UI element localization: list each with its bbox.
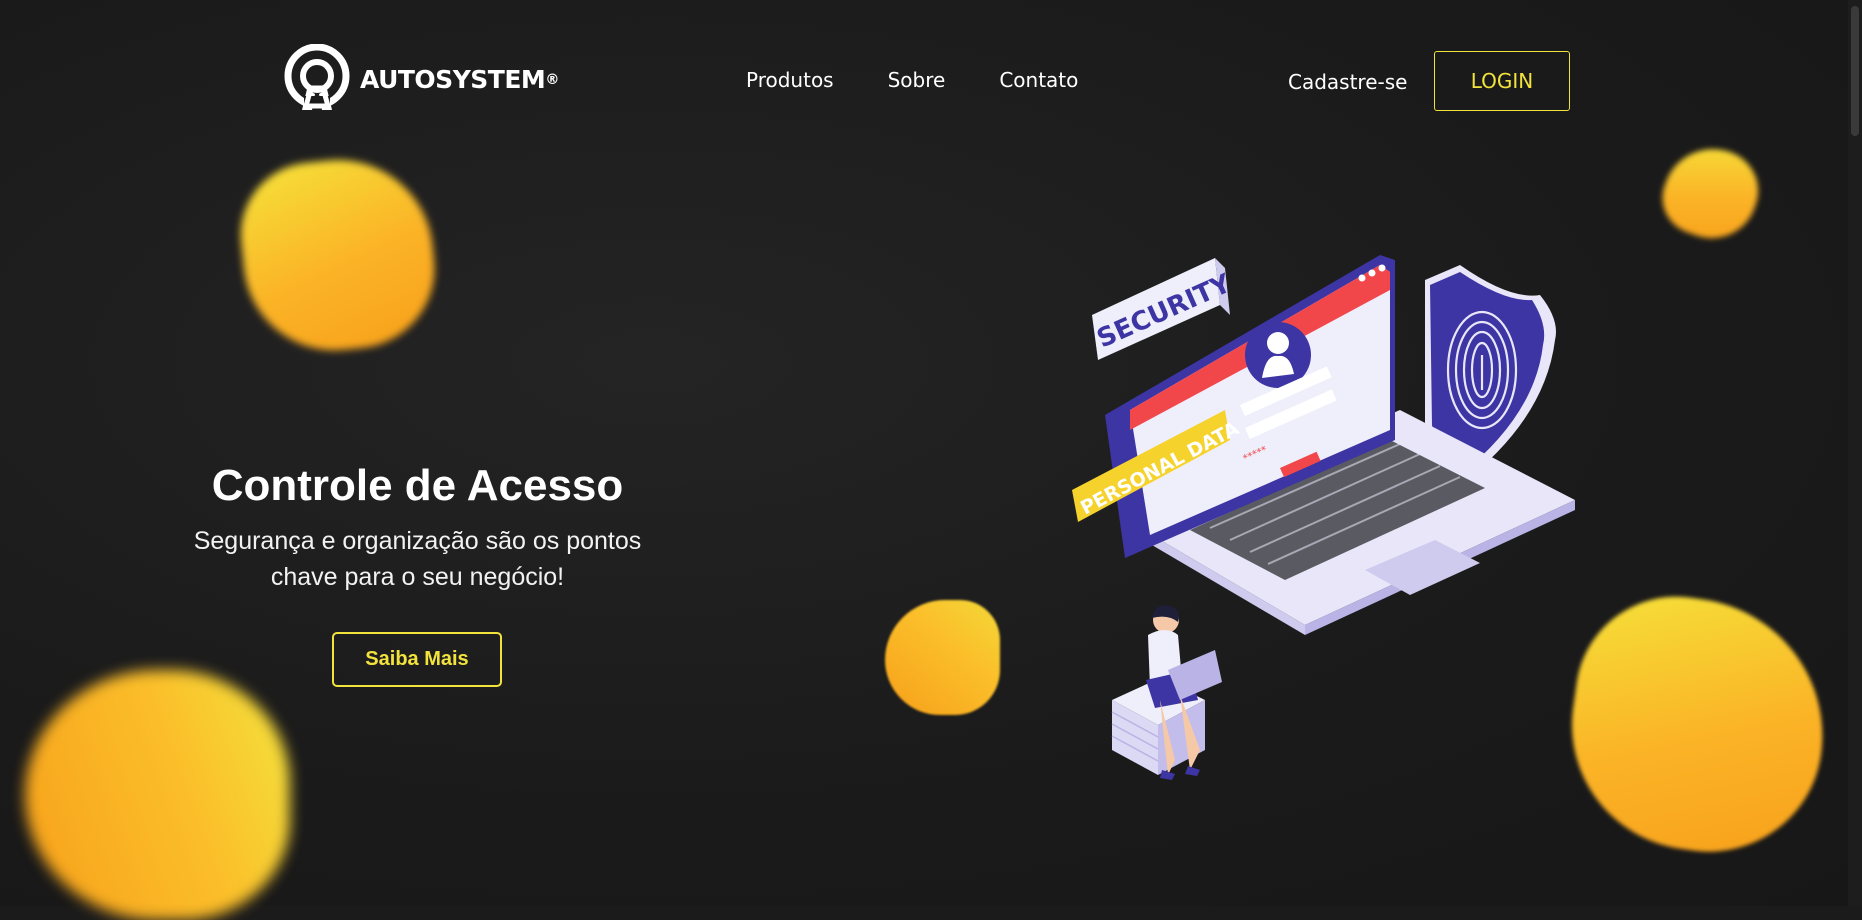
hero-title: Controle de Acesso <box>211 461 624 510</box>
nav-item-sobre[interactable]: Sobre <box>888 68 946 92</box>
hero-section: Controle de Acesso Segurança e organizaç… <box>160 455 675 595</box>
site-header: AUTOSYSTEM® Produtos Sobre Contato Cadas… <box>0 0 1862 170</box>
brand-logo[interactable]: AUTOSYSTEM® <box>282 44 559 114</box>
decorative-blob <box>25 670 290 920</box>
person-with-laptop <box>1111 605 1222 780</box>
page-scrollbar[interactable] <box>1848 0 1862 906</box>
decorative-blob <box>885 600 1000 715</box>
brand-name: AUTOSYSTEM® <box>360 64 559 94</box>
autosystem-logo-icon <box>284 44 350 110</box>
scrollbar-thumb[interactable] <box>1851 6 1859 136</box>
signup-link[interactable]: Cadastre-se <box>1288 70 1407 94</box>
security-laptop-illustration: ***** SECURITY PERSONAL DATA <box>1072 255 1575 780</box>
hero-subtitle-line2: chave para o seu negócio! <box>270 563 565 591</box>
security-tag: SECURITY <box>1092 258 1236 360</box>
hero-subtitle: Segurança e organização são os pontos ch… <box>160 523 675 595</box>
login-button[interactable]: LOGIN <box>1434 51 1570 111</box>
hero-subtitle-line1: Segurança e organização são os pontos <box>193 527 642 555</box>
nav-item-produtos[interactable]: Produtos <box>746 68 834 92</box>
nav-item-contato[interactable]: Contato <box>999 68 1078 92</box>
main-nav: Produtos Sobre Contato <box>746 68 1078 92</box>
saiba-mais-button[interactable]: Saiba Mais <box>332 632 502 687</box>
